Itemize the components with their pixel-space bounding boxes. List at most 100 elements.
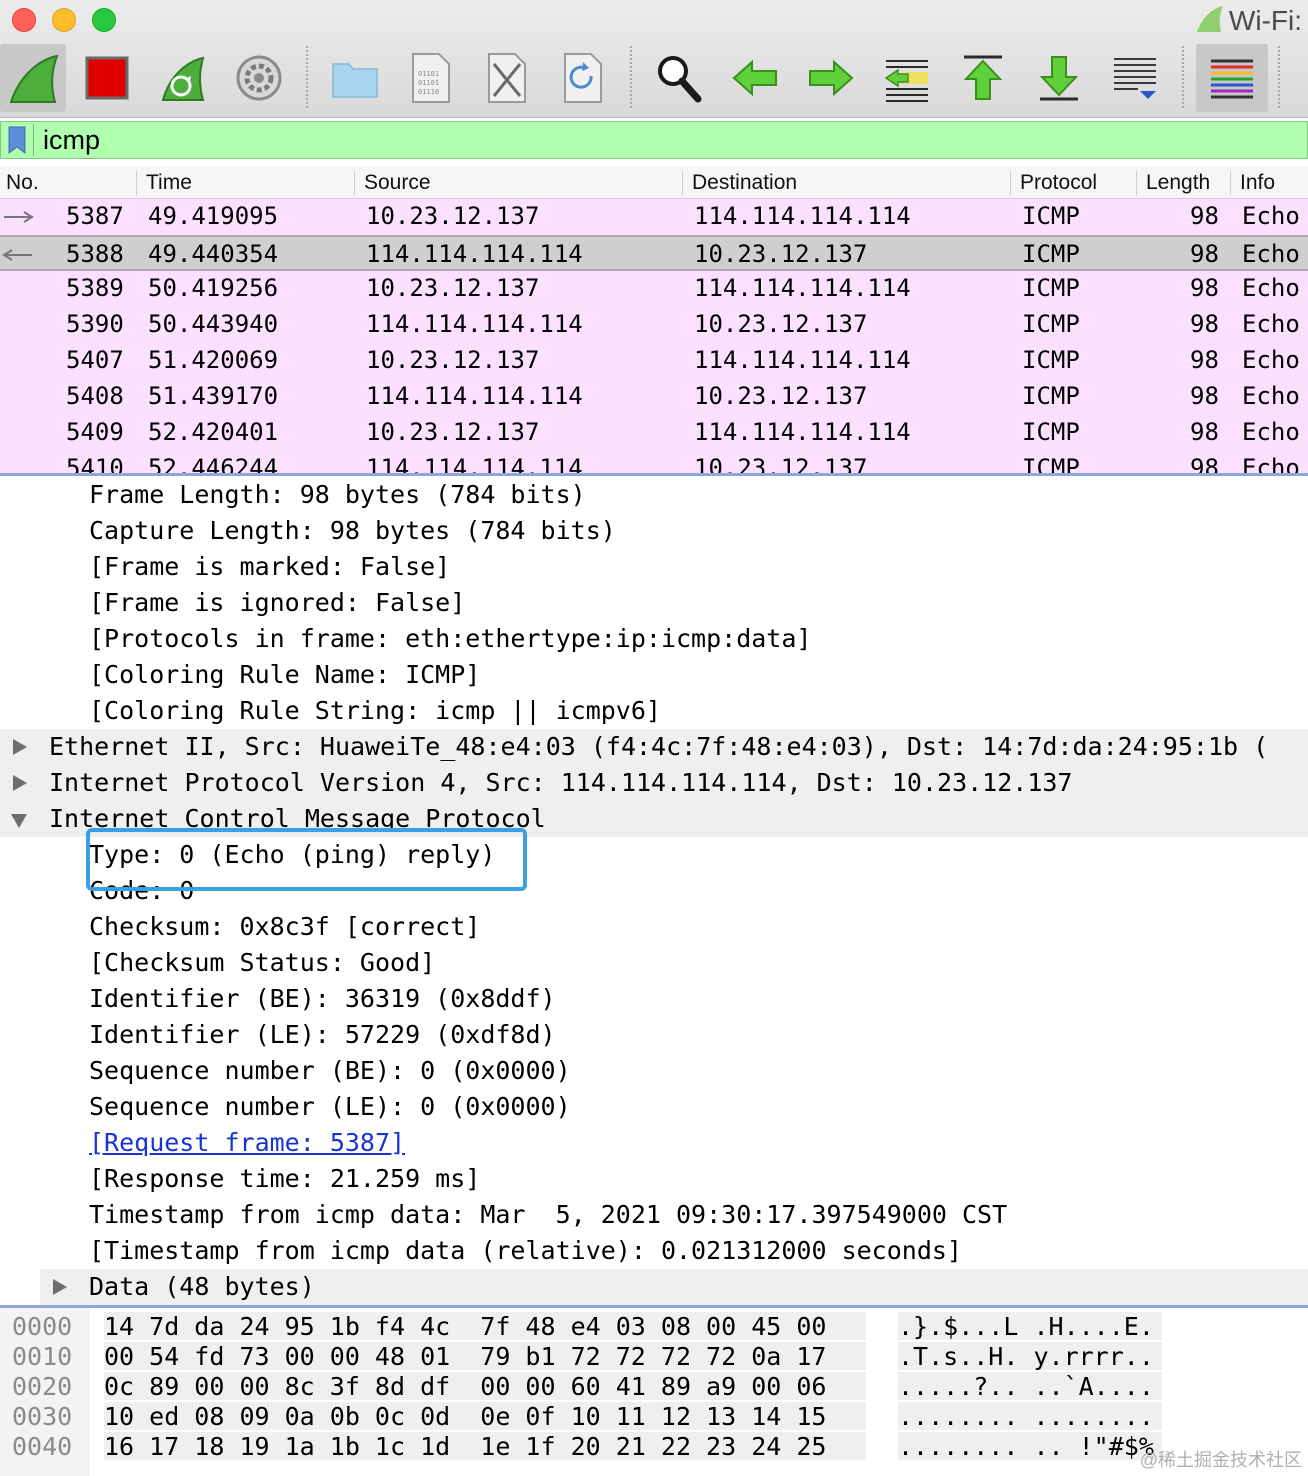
detail-checksum-status[interactable]: [Checksum Status: Good] [0,945,1308,981]
hex-row[interactable]: 0010 00 54 fd 73 00 00 48 01 79 b1 72 72… [0,1340,1308,1371]
column-header-protocol[interactable]: Protocol [1020,171,1097,195]
detail-sequence-le[interactable]: Sequence number (LE): 0 (0x0000) [0,1089,1308,1125]
tree-node-data[interactable]: Data (48 bytes) [40,1269,1308,1305]
zoom-window-button[interactable] [92,8,116,32]
detail-sequence-be[interactable]: Sequence number (BE): 0 (0x0000) [0,1053,1308,1089]
toolbar-separator [630,46,632,108]
cell-source: 114.114.114.114 [366,240,583,268]
column-header-source[interactable]: Source [364,171,431,195]
packet-row[interactable]: 5407 51.420069 10.23.12.137 114.114.114.… [0,343,1308,379]
detail-frame-marked[interactable]: [Frame is marked: False] [0,549,1308,585]
detail-checksum[interactable]: Checksum: 0x8c3f [correct] [0,909,1308,945]
hex-ascii[interactable]: .T.s..H. y.rrrr.. [898,1342,1162,1371]
reload-file-button[interactable] [550,44,616,112]
capture-options-button[interactable] [226,44,292,112]
hex-ascii[interactable]: ........ ........ [898,1402,1162,1431]
detail-icmp-code[interactable]: Code: 0 [0,873,1308,909]
hex-bytes[interactable]: 16 17 18 19 1a 1b 1c 1d 1e 1f 20 21 22 2… [104,1432,866,1461]
column-header-destination[interactable]: Destination [692,171,797,195]
close-file-button[interactable] [474,44,540,112]
detail-identifier-be[interactable]: Identifier (BE): 36319 (0x8ddf) [0,981,1308,1017]
display-filter-input[interactable] [43,122,1243,158]
collapse-triangle-icon[interactable] [11,814,27,828]
detail-capture-length[interactable]: Capture Length: 98 bytes (784 bits) [0,513,1308,549]
packet-row[interactable]: 5390 50.443940 114.114.114.114 10.23.12.… [0,307,1308,343]
hex-row[interactable]: 0000 14 7d da 24 95 1b f4 4c 7f 48 e4 03… [0,1310,1308,1341]
hex-row[interactable]: 0020 0c 89 00 00 8c 3f 8d df 00 00 60 41… [0,1370,1308,1401]
colorize-button[interactable] [1196,44,1268,112]
open-file-button[interactable] [322,44,388,112]
minimize-window-button[interactable] [52,8,76,32]
packet-row[interactable]: 5410 52.446244 114.114.114.114 10.23.12.… [0,451,1308,473]
svg-text:01101: 01101 [418,70,439,78]
bookmark-icon[interactable] [7,126,27,154]
packet-row[interactable]: 5408 51.439170 114.114.114.114 10.23.12.… [0,379,1308,415]
restart-capture-button[interactable] [150,44,216,112]
hex-bytes[interactable]: 14 7d da 24 95 1b f4 4c 7f 48 e4 03 08 0… [104,1312,866,1341]
detail-response-time[interactable]: [Response time: 21.259 ms] [0,1161,1308,1197]
packet-row[interactable]: 5387 49.419095 10.23.12.137 114.114.114.… [0,199,1308,235]
hex-ascii[interactable]: .}.$...L .H....E. [898,1312,1162,1341]
cell-no: 5410 [66,454,124,473]
auto-scroll-button[interactable] [1102,44,1168,112]
response-arrow-icon [2,249,32,261]
hex-bytes[interactable]: 0c 89 00 00 8c 3f 8d df 00 00 60 41 89 a… [104,1372,866,1401]
hex-ascii[interactable]: ........ .. !"#$% [898,1432,1162,1461]
tree-node-ipv4[interactable]: Internet Protocol Version 4, Src: 114.11… [0,765,1308,801]
go-back-button[interactable] [722,44,788,112]
hex-bytes[interactable]: 10 ed 08 09 0a 0b 0c 0d 0e 0f 10 11 12 1… [104,1402,866,1431]
close-window-button[interactable] [12,8,36,32]
expand-triangle-icon[interactable] [13,739,27,755]
detail-identifier-le[interactable]: Identifier (LE): 57229 (0xdf8d) [0,1017,1308,1053]
detail-coloring-rule-string[interactable]: [Coloring Rule String: icmp || icmpv6] [0,693,1308,729]
hex-row[interactable]: 0030 10 ed 08 09 0a 0b 0c 0d 0e 0f 10 11… [0,1400,1308,1431]
column-separator[interactable] [1010,171,1011,195]
detail-coloring-rule-name[interactable]: [Coloring Rule Name: ICMP] [0,657,1308,693]
detail-text: Capture Length: 98 bytes (784 bits) [89,516,616,545]
column-header-length[interactable]: Length [1146,171,1210,195]
tree-node-icmp[interactable]: Internet Control Message Protocol [0,801,1308,837]
autoscroll-icon [1114,58,1156,99]
packet-details-tree[interactable]: Frame Length: 98 bytes (784 bits) Captur… [0,477,1308,1305]
cell-time: 51.420069 [148,346,279,374]
hex-ascii[interactable]: .....?.. ..`A.... [898,1372,1162,1401]
request-frame-link[interactable]: [Request frame: 5387] [89,1128,405,1157]
column-separator[interactable] [354,171,355,195]
stop-capture-button[interactable] [74,44,140,112]
find-packet-button[interactable] [646,44,712,112]
go-forward-button[interactable] [798,44,864,112]
go-to-packet-button[interactable] [874,44,940,112]
detail-protocols-in-frame[interactable]: [Protocols in frame: eth:ethertype:ip:ic… [0,621,1308,657]
hex-row[interactable]: 0040 16 17 18 19 1a 1b 1c 1d 1e 1f 20 21… [0,1430,1308,1461]
packet-bytes-pane[interactable]: 0000 14 7d da 24 95 1b f4 4c 7f 48 e4 03… [0,1308,1308,1476]
tree-node-ethernet[interactable]: Ethernet II, Src: HuaweiTe_48:e4:03 (f4:… [0,729,1308,765]
column-header-info[interactable]: Info [1240,171,1275,195]
packet-list[interactable]: No. Time Source Destination Protocol Len… [0,167,1308,473]
detail-timestamp[interactable]: Timestamp from icmp data: Mar 5, 2021 09… [0,1197,1308,1233]
column-separator[interactable] [136,171,137,195]
column-header-no[interactable]: No. [6,171,39,195]
column-separator[interactable] [682,171,683,195]
hex-bytes[interactable]: 00 54 fd 73 00 00 48 01 79 b1 72 72 72 7… [104,1342,866,1371]
detail-frame-ignored[interactable]: [Frame is ignored: False] [0,585,1308,621]
pane-splitter[interactable] [0,473,1308,476]
packet-row[interactable]: 5389 50.419256 10.23.12.137 114.114.114.… [0,271,1308,307]
display-filter-bar [0,121,1308,159]
go-last-packet-button[interactable] [1026,44,1092,112]
detail-request-frame[interactable]: [Request frame: 5387] [0,1125,1308,1161]
packet-row[interactable]: 5409 52.420401 10.23.12.137 114.114.114.… [0,415,1308,451]
detail-timestamp-relative[interactable]: [Timestamp from icmp data (relative): 0.… [0,1233,1308,1269]
save-file-button[interactable]: 01101 01101 01110 [398,44,464,112]
window-title: Wi-Fi: [1195,4,1302,37]
column-header-time[interactable]: Time [146,171,192,195]
start-capture-button[interactable] [0,44,66,112]
go-first-packet-button[interactable] [950,44,1016,112]
cell-destination: 10.23.12.137 [694,310,868,338]
detail-icmp-type[interactable]: Type: 0 (Echo (ping) reply) [0,837,1308,873]
packet-row-selected[interactable]: 5388 49.440354 114.114.114.114 10.23.12.… [0,235,1308,271]
expand-triangle-icon[interactable] [53,1279,67,1295]
detail-frame-length[interactable]: Frame Length: 98 bytes (784 bits) [0,477,1308,513]
column-separator[interactable] [1230,171,1231,195]
expand-triangle-icon[interactable] [13,775,27,791]
column-separator[interactable] [1136,171,1137,195]
